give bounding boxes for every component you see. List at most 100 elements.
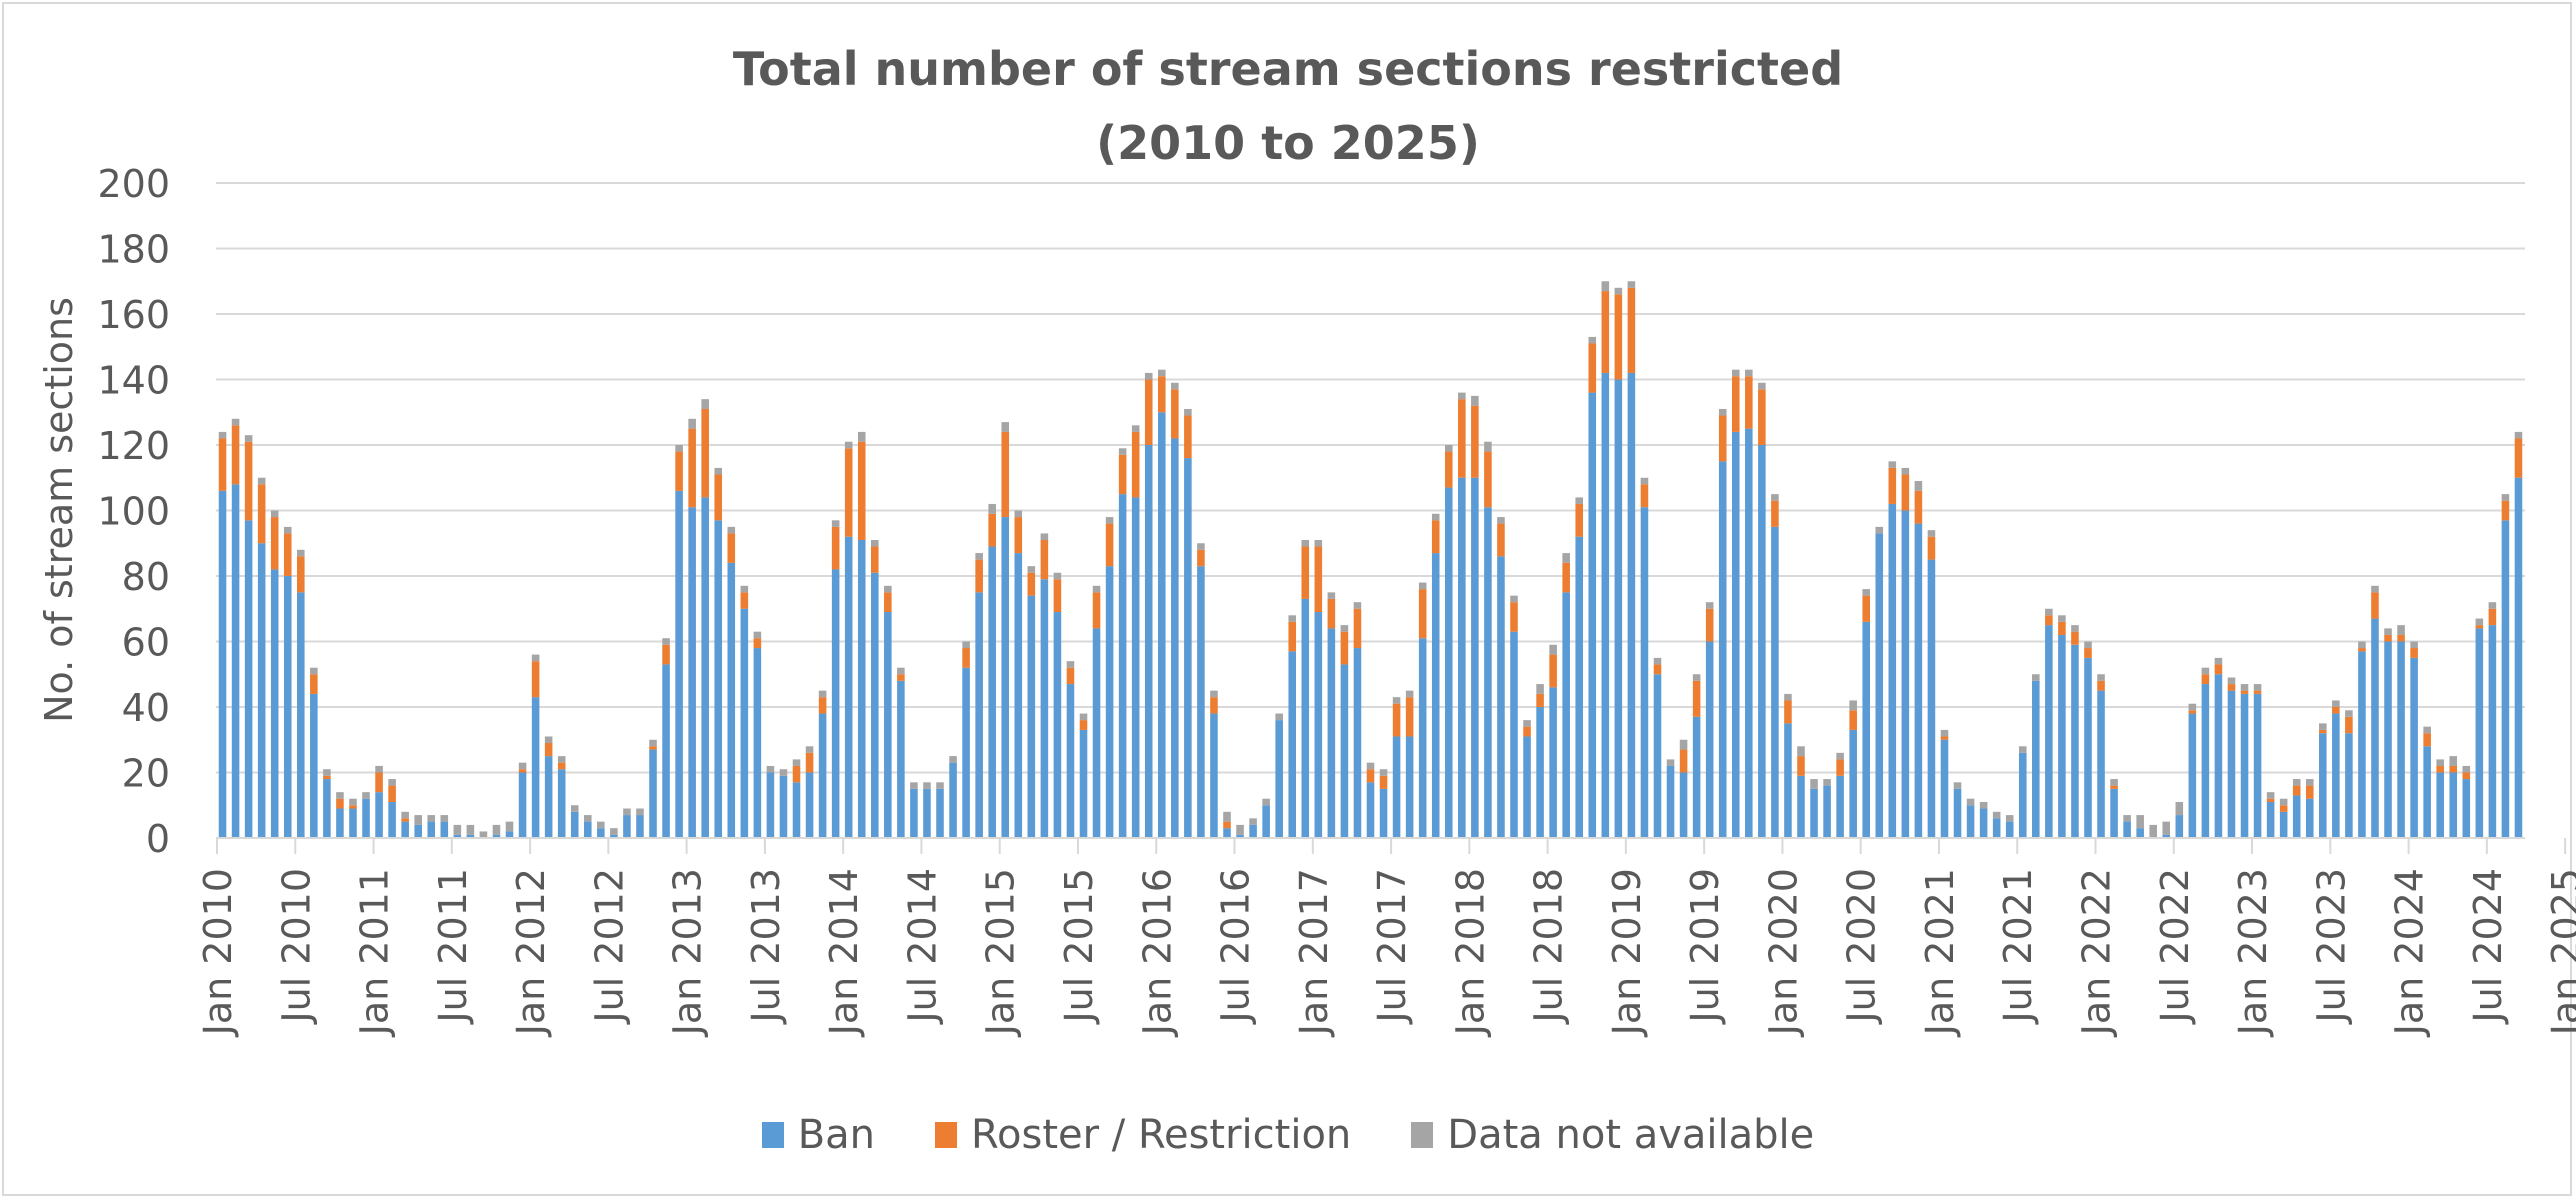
bar-ban: [701, 497, 709, 838]
bar-data-na: [2136, 815, 2144, 829]
bar-roster: [2345, 716, 2353, 734]
bar-data-na: [1614, 287, 1623, 295]
bar-roster: [1849, 710, 1857, 730]
bar-data-na: [1027, 566, 1036, 573]
bar-ban: [740, 608, 749, 838]
legend-item-ban: Ban: [761, 1112, 875, 1158]
bar-data-na: [1601, 281, 1610, 292]
bar-roster: [1692, 680, 1701, 717]
bar-data-na: [857, 431, 866, 442]
bar-ban: [336, 808, 344, 838]
bar-data-na: [1588, 336, 1597, 344]
bar-roster: [2319, 729, 2327, 734]
bar-roster: [1797, 756, 1805, 776]
bar-ban: [414, 824, 422, 838]
bar-ban: [1771, 526, 1779, 838]
bar-ban: [297, 592, 305, 838]
bar-roster: [1627, 287, 1636, 373]
bar-data-na: [1549, 644, 1557, 655]
bar-data-na: [2449, 756, 2458, 766]
bar-data-na: [884, 585, 892, 593]
bar-roster: [2449, 765, 2458, 773]
bar-roster: [1601, 291, 1610, 373]
bar-data-na: [688, 418, 696, 429]
bar-ban: [1288, 651, 1297, 838]
bar-roster: [1327, 598, 1336, 629]
bar-roster: [2488, 608, 2497, 626]
bar-data-na: [2240, 684, 2249, 691]
bar-data-na: [766, 765, 775, 773]
bar-roster: [1040, 539, 1049, 580]
bar-ban: [2018, 752, 2027, 838]
x-tick-label: Jul 2015: [1057, 868, 1101, 1025]
bar-ban: [1210, 713, 1218, 838]
bar-ban: [2514, 477, 2523, 838]
bar-data-na: [1692, 674, 1701, 681]
bar-data-na: [1236, 824, 1244, 835]
bar-data-na: [623, 808, 631, 816]
bar-roster: [2110, 785, 2118, 789]
bar-roster: [244, 441, 253, 521]
y-tick-label: 180: [97, 228, 170, 272]
bar-ban: [1862, 621, 1871, 838]
bar-ban: [2214, 674, 2223, 838]
bar-data-na: [440, 815, 449, 822]
bar-ban: [636, 815, 644, 838]
bar-ban: [2397, 641, 2405, 838]
chart-svg: 0 20 40 60 80 100 120 140 160 180 200 Jan 2010 Jul …: [37, 162, 2576, 1037]
bar-ban: [727, 562, 736, 838]
bar-roster: [2227, 684, 2236, 691]
bar-data-na: [662, 638, 670, 645]
bar-data-na: [975, 553, 983, 560]
bar-ban: [1588, 392, 1597, 838]
y-tick-label: 0: [146, 817, 170, 861]
bar-roster: [1418, 589, 1427, 639]
bar-roster: [1210, 697, 1218, 714]
bar-roster: [2292, 785, 2301, 796]
bar-ban: [884, 612, 892, 838]
bar-data-na: [2423, 726, 2431, 734]
bar-ban: [2097, 690, 2105, 838]
bar-ban: [623, 815, 631, 838]
bar-roster: [1640, 484, 1649, 508]
bar-roster: [884, 592, 892, 613]
bar-roster: [557, 762, 566, 770]
bar-data-na: [1666, 759, 1675, 766]
bar-ban: [857, 539, 866, 838]
bar-data-na: [1079, 713, 1088, 721]
bar-ban: [2436, 772, 2444, 838]
bar-roster: [1197, 549, 1205, 567]
bar-ban: [1549, 687, 1557, 838]
bar-ban: [1523, 736, 1531, 838]
bar-data-na: [2332, 700, 2340, 707]
bar-ban: [1992, 818, 2001, 838]
bar-roster: [1758, 389, 1766, 445]
bar-ban: [910, 788, 918, 838]
bar-roster: [2188, 710, 2197, 714]
bar-data-na: [2358, 641, 2366, 649]
bar-ban: [2188, 713, 2197, 838]
bar-data-na: [2110, 779, 2118, 786]
bar-data-na: [1105, 517, 1114, 524]
bar-roster: [2214, 664, 2223, 675]
bar-roster: [2045, 615, 2053, 626]
bar-roster: [2397, 634, 2405, 642]
bar-data-na: [1392, 697, 1401, 704]
bar-roster: [975, 559, 983, 593]
bar-data-na: [1627, 281, 1636, 288]
bar-roster: [1379, 775, 1388, 789]
x-tick-label: Jan 2010: [196, 868, 240, 1037]
bar-roster: [1536, 693, 1544, 707]
bar-data-na: [1131, 425, 1140, 432]
bar-ban: [1053, 612, 1062, 838]
bar-ban: [1601, 372, 1610, 838]
bar-ban: [844, 536, 853, 838]
x-tick-label: Jul 2020: [1840, 868, 1884, 1025]
bar-data-na: [1001, 422, 1010, 432]
bar-roster: [349, 805, 357, 809]
bar-data-na: [1288, 615, 1297, 622]
bar-data-na: [831, 520, 840, 527]
bar-data-na: [1927, 530, 1936, 537]
bar-ban: [1745, 428, 1753, 838]
bar-ban: [1001, 517, 1010, 838]
